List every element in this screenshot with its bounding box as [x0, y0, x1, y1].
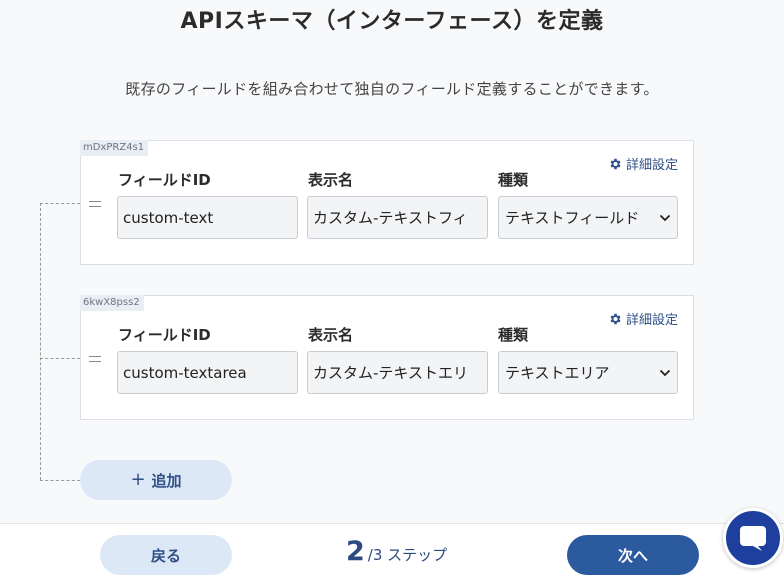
field-type-select[interactable]: テキストエリア	[498, 351, 678, 394]
detail-settings-link[interactable]: 詳細設定	[608, 154, 678, 173]
step-total: /3 ステップ	[367, 546, 448, 564]
next-button[interactable]: 次へ	[567, 535, 699, 575]
display-name-input[interactable]	[307, 351, 488, 394]
tree-branch-add	[40, 480, 80, 481]
detail-settings-link[interactable]: 詳細設定	[608, 309, 678, 328]
field-type-value: テキストフィールド	[505, 209, 640, 227]
page-title: APIスキーマ（インターフェース）を定義	[180, 9, 604, 34]
plus-icon: +	[130, 469, 146, 490]
add-field-label: 追加	[151, 471, 182, 490]
chat-button[interactable]	[723, 508, 783, 568]
gear-icon	[610, 313, 621, 324]
field-card: mDxPRZ4s1 詳細設定 フィールドID 表示名 種類 テキストフィールド	[80, 140, 694, 265]
field-tag: 6kwX8pss2	[80, 295, 144, 311]
field-type-label: 種類	[498, 171, 529, 189]
add-field-button[interactable]: + 追加	[80, 460, 232, 500]
chevron-down-icon	[659, 369, 671, 376]
field-id-input[interactable]	[117, 351, 298, 394]
step-current: 2	[346, 536, 365, 567]
display-name-label: 表示名	[308, 171, 354, 189]
display-name-label: 表示名	[308, 326, 354, 344]
detail-settings-label: 詳細設定	[625, 313, 678, 328]
field-card: 6kwX8pss2 詳細設定 フィールドID 表示名 種類 テキストエリア	[80, 295, 694, 420]
footer-bar: 戻る 2 /3 ステップ 次へ	[0, 523, 784, 584]
display-name-input[interactable]	[307, 196, 488, 239]
field-id-label: フィールドID	[118, 326, 211, 344]
field-tag: mDxPRZ4s1	[80, 140, 149, 156]
back-button[interactable]: 戻る	[100, 535, 232, 575]
step-indicator: 2 /3 ステップ	[346, 536, 447, 567]
chat-bubble-icon	[740, 526, 766, 551]
page-description: 既存のフィールドを組み合わせて独自のフィールド定義することができます。	[125, 80, 659, 98]
field-id-input[interactable]	[117, 196, 298, 239]
drag-handle-icon[interactable]	[89, 201, 101, 207]
tree-branch-2	[40, 358, 80, 359]
chevron-down-icon	[659, 214, 671, 221]
drag-handle-icon[interactable]	[89, 356, 101, 362]
field-type-label: 種類	[498, 326, 529, 344]
gear-icon	[610, 158, 621, 169]
field-id-label: フィールドID	[118, 171, 211, 189]
tree-connector-line	[40, 203, 41, 480]
detail-settings-label: 詳細設定	[625, 158, 678, 173]
field-type-select[interactable]: テキストフィールド	[498, 196, 678, 239]
tree-branch-1	[40, 203, 80, 204]
field-type-value: テキストエリア	[505, 364, 610, 382]
